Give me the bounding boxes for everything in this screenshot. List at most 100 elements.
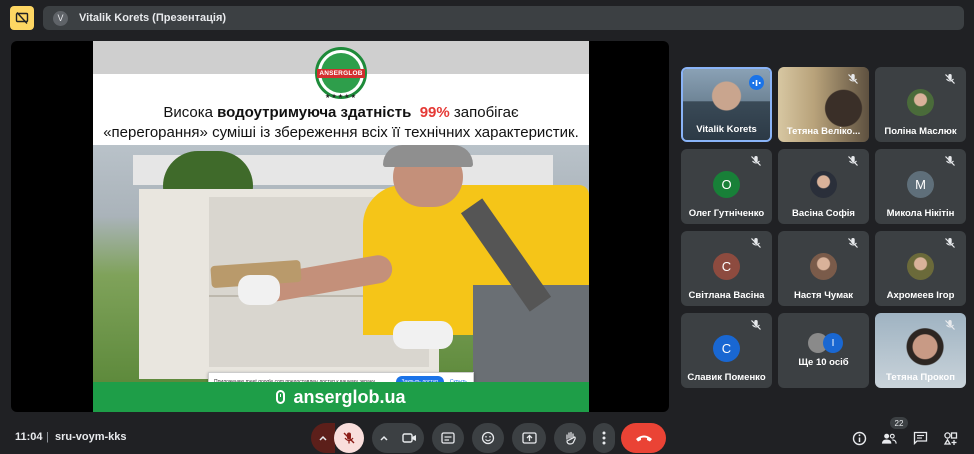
anserglob-logo: ANSERGLOB <box>315 47 367 99</box>
participant-tile[interactable]: І Ще 10 осіб <box>778 313 869 388</box>
logo-stars: ★★★★★ <box>325 94 357 100</box>
present-now-button[interactable] <box>512 423 546 453</box>
more-vertical-icon <box>602 431 606 445</box>
more-options-button[interactable] <box>593 423 615 453</box>
participant-tile[interactable]: С Славик Поменко <box>681 313 772 388</box>
participant-avatar: М <box>907 171 934 198</box>
reactions-button[interactable] <box>472 423 504 453</box>
meet-app: V Vitalik Korets (Презентація) ANSERGLOB… <box>0 0 974 454</box>
people-button[interactable] <box>881 430 897 446</box>
headline-pre: Висока <box>163 104 218 121</box>
participant-name: Світлана Васіна <box>688 290 765 301</box>
headline-line-2: «перегорання» суміші із збереження всіх … <box>103 124 579 141</box>
participant-tile[interactable]: Васіна Софія <box>778 149 869 224</box>
activities-button[interactable] <box>942 430 958 446</box>
screen-share-off-icon <box>15 12 29 24</box>
participant-tile[interactable]: Тетяна Веліко... <box>778 67 869 142</box>
participant-name: Ще 10 осіб <box>798 357 849 368</box>
participant-name: Поліна Маслюк <box>884 126 957 137</box>
speaking-indicator-icon <box>749 75 764 90</box>
participant-avatar <box>810 253 837 280</box>
participant-tile[interactable]: Ахромеев Ігор <box>875 231 966 306</box>
participant-tile[interactable]: М Микола Нікітін <box>875 149 966 224</box>
video-options-button[interactable] <box>372 423 396 453</box>
mic-off-icon <box>751 238 761 248</box>
captions-button[interactable] <box>432 423 464 453</box>
mic-off-icon <box>751 156 761 166</box>
presentation-title: Vitalik Korets (Презентація) <box>79 12 227 24</box>
participant-tile[interactable]: О Олег Гутніченко <box>681 149 772 224</box>
participant-tile[interactable]: Настя Чумак <box>778 231 869 306</box>
microphone-toggle-button[interactable] <box>334 423 364 453</box>
photo-glove <box>238 275 280 305</box>
participant-name: Настя Чумак <box>793 290 854 301</box>
participant-tile[interactable]: С Світлана Васіна <box>681 231 772 306</box>
participant-name: Vitalik Korets <box>696 124 757 135</box>
participant-name: Славик Поменко <box>687 372 766 383</box>
people-count-badge: 22 <box>890 417 908 429</box>
participant-avatar <box>810 171 837 198</box>
participant-avatar <box>907 253 934 280</box>
raise-hand-button[interactable] <box>554 423 586 453</box>
participant-name: Ахромеев Ігор <box>886 290 955 301</box>
mic-off-icon <box>848 156 858 166</box>
slide-photo <box>93 145 589 382</box>
leave-call-button[interactable] <box>621 423 666 453</box>
chat-button[interactable] <box>912 430 928 446</box>
info-icon <box>852 431 866 445</box>
chevron-up-icon <box>380 435 388 441</box>
participant-name: Васіна Софія <box>792 208 855 219</box>
participant-avatar: І <box>823 333 843 353</box>
participant-avatar: С <box>713 253 740 280</box>
mic-off-icon <box>848 238 858 248</box>
presentation-banner[interactable]: V Vitalik Korets (Презентація) <box>43 6 964 30</box>
presentation-icon[interactable] <box>10 6 34 30</box>
participant-name: Тетяна Веліко... <box>786 126 861 137</box>
participant-avatar <box>907 89 934 116</box>
meeting-details-button[interactable] <box>851 430 867 446</box>
participant-name: Микола Нікітін <box>886 208 955 219</box>
headline-post: запобігає <box>449 104 519 121</box>
mic-off-icon <box>945 74 955 84</box>
mic-off-icon <box>848 74 858 84</box>
hand-icon <box>565 431 576 445</box>
participant-tile[interactable]: Поліна Маслюк <box>875 67 966 142</box>
captions-icon <box>441 432 455 444</box>
headline-percent: 99% <box>419 104 450 121</box>
participant-avatar: О <box>713 171 740 198</box>
mic-off-icon <box>343 432 355 444</box>
mic-off-icon <box>945 238 955 248</box>
activities-icon <box>943 431 957 445</box>
slide-footer-url: anserglob.ua <box>293 386 406 407</box>
participant-tile[interactable]: Vitalik Korets <box>681 67 772 142</box>
meeting-code: sru-voym-kks <box>55 431 127 443</box>
headline-bold: водоутримуюча здатність <box>217 104 412 121</box>
slide-headline: Висока водоутримуюча здатність 99% запоб… <box>93 103 589 143</box>
emoji-icon <box>481 431 495 445</box>
chat-icon <box>913 431 927 445</box>
slide: ANSERGLOB ★★★★★ Висока водоутримуюча зда… <box>93 41 589 412</box>
participant-name: Тетяна Прокоп <box>886 372 955 383</box>
camera-icon <box>401 433 416 443</box>
slide-footer: anserglob.ua <box>93 382 589 412</box>
present-screen-icon <box>521 431 537 444</box>
mic-off-icon <box>751 320 761 330</box>
separator: | <box>46 431 49 443</box>
photo-glove-2 <box>393 321 453 349</box>
logo-globe: ANSERGLOB <box>317 53 365 93</box>
participant-name: Олег Гутніченко <box>688 208 765 219</box>
participant-tile[interactable]: Тетяна Прокоп <box>875 313 966 388</box>
mic-off-icon <box>945 320 955 330</box>
chevron-up-icon <box>319 435 327 441</box>
mic-off-icon <box>945 156 955 166</box>
photo-worker-cap <box>383 145 473 167</box>
presenter-avatar: V <box>53 10 68 26</box>
audio-options-button[interactable] <box>311 423 335 453</box>
participant-avatar: С <box>713 335 740 362</box>
mouse-icon <box>276 390 286 404</box>
headline-line-1: Висока водоутримуюча здатність 99% запоб… <box>93 103 589 123</box>
presentation-stage: ANSERGLOB ★★★★★ Висока водоутримуюча зда… <box>11 41 669 412</box>
end-call-icon <box>635 435 652 442</box>
camera-toggle-button[interactable] <box>394 423 424 453</box>
logo-text: ANSERGLOB <box>317 68 365 78</box>
